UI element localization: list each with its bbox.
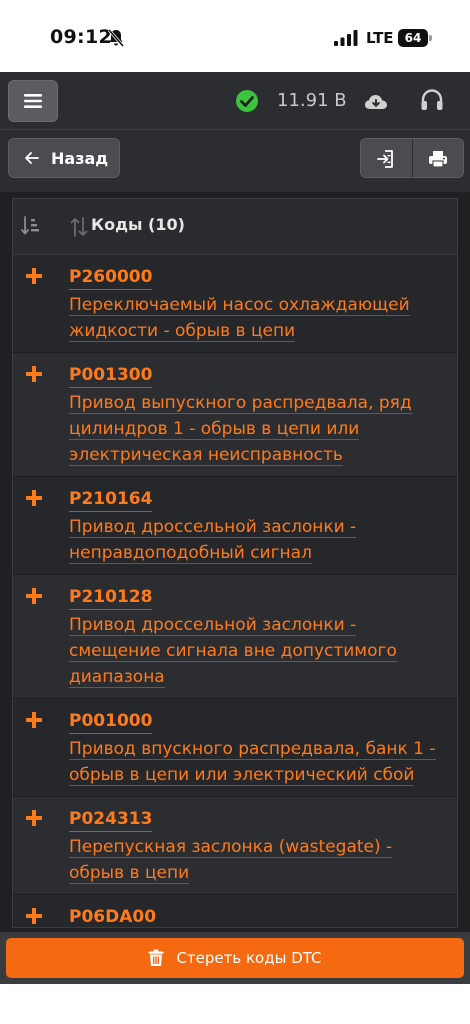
app-screen: 11.91 В Назад Коды (10) P260000 Переключ… <box>0 72 470 984</box>
print-icon <box>428 151 447 168</box>
dtc-code[interactable]: P210128 <box>69 585 153 610</box>
dtc-code[interactable]: P06DA00 <box>69 905 156 927</box>
dtc-description[interactable]: Перепускная заслонка (wastegate) - обрыв … <box>69 834 445 886</box>
dtc-description-line: жидкости - обрыв в цепи <box>69 321 296 342</box>
dtc-code[interactable]: P210164 <box>69 487 153 512</box>
voltage-readout: 11.91 В <box>277 90 347 111</box>
back-button[interactable]: Назад <box>8 138 120 178</box>
dtc-description-line: Перепускная заслонка (wastegate) - <box>69 837 393 858</box>
action-button-group <box>360 138 464 178</box>
dtc-description-line: цилиндров 1 - обрыв в цепи или <box>69 419 360 440</box>
dtc-description-line: обрыв в цепи или электрический сбой <box>69 765 415 786</box>
bottom-area <box>0 984 470 1024</box>
battery-icon: 64 <box>398 29 432 47</box>
dtc-description[interactable]: Привод выпускного распредвала, ряд цилинд… <box>69 390 445 468</box>
expand-plus-icon[interactable] <box>25 907 43 925</box>
menu-icon <box>24 94 42 108</box>
code-row[interactable]: P210164 Привод дроссельной заслонки - непр… <box>13 477 457 575</box>
dtc-description-line: диапазона <box>69 667 165 688</box>
dtc-description-line: Привод выпускного распредвала, ряд <box>69 393 412 414</box>
status-time: 09:12 <box>50 26 112 48</box>
codes-panel: Коды (10) P260000 Переключаемый насос охл… <box>12 198 458 928</box>
dtc-description[interactable]: Переключаемый насос охлаждающей жидкости … <box>69 292 445 344</box>
dtc-code[interactable]: P001300 <box>69 363 153 388</box>
code-row[interactable]: P210128 Привод дроссельной заслонки - смещ… <box>13 575 457 699</box>
cellular-signal-icon <box>334 30 358 46</box>
dtc-description-line: электрическая неисправность <box>69 445 343 466</box>
dtc-description[interactable]: Привод впускного распредвала, банк 1 - об… <box>69 736 445 788</box>
export-button[interactable] <box>361 139 412 177</box>
codes-header: Коды (10) <box>13 199 457 255</box>
code-row[interactable]: P001300 Привод выпускного распредвала, ря… <box>13 353 457 477</box>
dtc-description-line: смещение сигнала вне допустимого <box>69 641 397 662</box>
code-row[interactable]: P001000 Привод впускного распредвала, бан… <box>13 699 457 797</box>
bell-muted-icon <box>108 29 124 47</box>
expand-plus-icon[interactable] <box>25 711 43 729</box>
arrow-left-icon <box>25 152 39 164</box>
toolbar: Назад <box>0 130 470 192</box>
erase-codes-button[interactable]: Стереть коды DTC <box>6 938 464 978</box>
export-icon <box>377 150 394 168</box>
code-row[interactable]: P06DA00Активация клапана масляного насос… <box>13 895 457 927</box>
dtc-description-line: Привод дроссельной заслонки - <box>69 615 357 636</box>
code-row[interactable]: P024313 Перепускная заслонка (wastegate) … <box>13 797 457 895</box>
dtc-code[interactable]: P260000 <box>69 265 153 290</box>
expand-plus-icon[interactable] <box>25 267 43 285</box>
back-button-label: Назад <box>51 148 109 168</box>
footer-bar: Стереть коды DTC <box>0 932 470 984</box>
code-row[interactable]: P260000 Переключаемый насос охлаждающей жи… <box>13 255 457 353</box>
dtc-code[interactable]: P024313 <box>69 807 153 832</box>
dtc-description-line: Привод впускного распредвала, банк 1 - <box>69 739 436 760</box>
headset-icon[interactable] <box>420 88 444 114</box>
trash-icon <box>148 949 164 966</box>
check-circle-icon <box>236 90 258 112</box>
dtc-description-line: обрыв в цепи <box>69 863 190 884</box>
code-list: P260000 Переключаемый насос охлаждающей жи… <box>13 255 457 927</box>
dtc-description[interactable]: Привод дроссельной заслонки - смещение си… <box>69 612 445 690</box>
cloud-download-icon[interactable] <box>364 92 388 112</box>
dtc-description-line: Переключаемый насос охлаждающей <box>69 295 410 316</box>
dtc-description-line: неправдоподобный сигнал <box>69 543 312 564</box>
dtc-description-line: Привод дроссельной заслонки - <box>69 517 357 538</box>
sort-list-icon[interactable] <box>21 215 41 237</box>
status-bar: 09:12 LTE 64 <box>0 0 470 72</box>
top-bar: 11.91 В <box>0 72 470 130</box>
dtc-code[interactable]: P001000 <box>69 709 153 734</box>
network-type: LTE <box>366 29 394 47</box>
expand-plus-icon[interactable] <box>25 489 43 507</box>
expand-plus-icon[interactable] <box>25 587 43 605</box>
battery-level: 64 <box>398 29 428 47</box>
print-button[interactable] <box>411 139 463 177</box>
erase-codes-label: Стереть коды DTC <box>176 949 322 967</box>
expand-plus-icon[interactable] <box>25 365 43 383</box>
expand-plus-icon[interactable] <box>25 809 43 827</box>
menu-button[interactable] <box>8 80 58 122</box>
sort-arrows-icon[interactable] <box>69 216 89 238</box>
dtc-description[interactable]: Привод дроссельной заслонки - неправдопод… <box>69 514 445 566</box>
codes-title[interactable]: Коды (10) <box>91 215 185 234</box>
